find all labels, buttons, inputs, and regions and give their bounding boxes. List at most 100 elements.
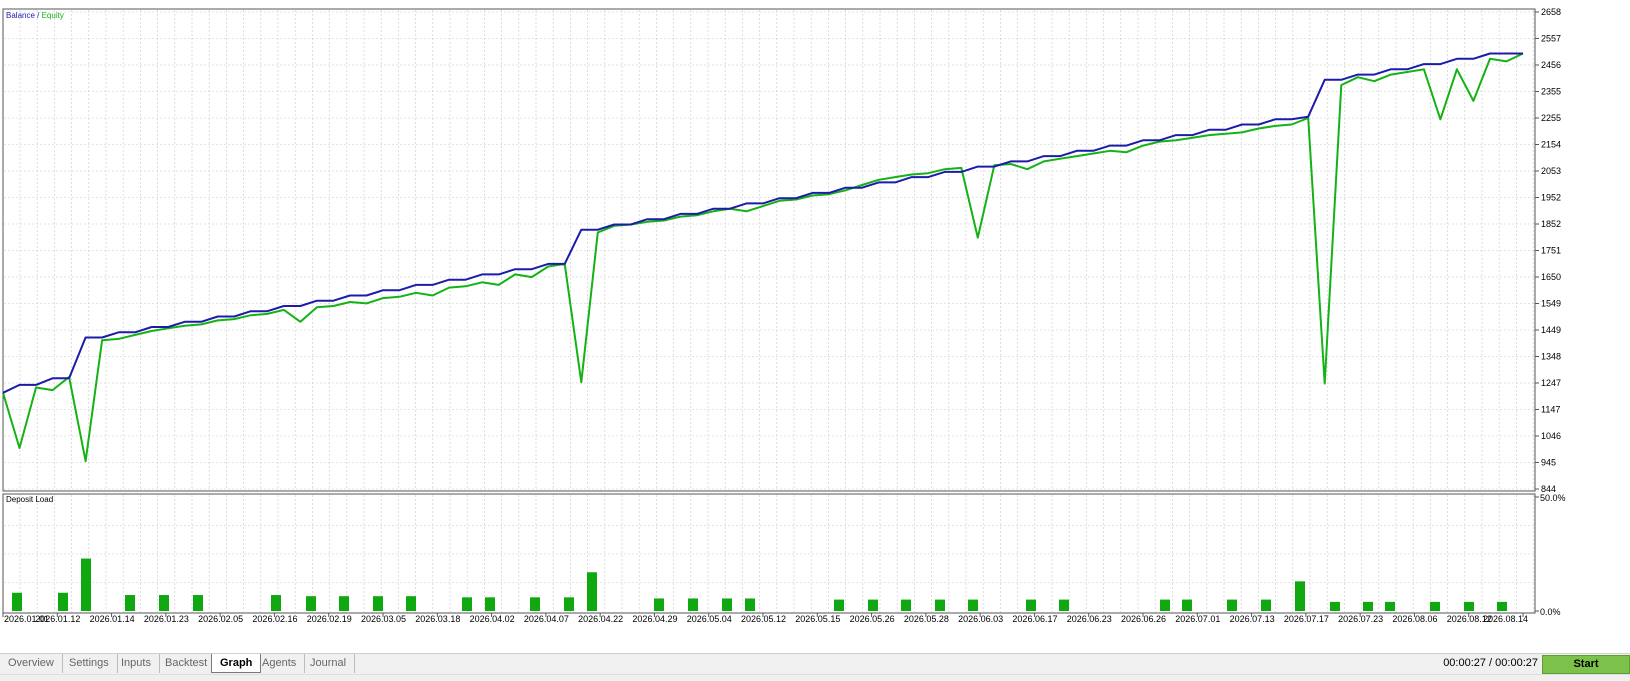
deposit-load-bar — [834, 599, 844, 611]
deposit-load-bar — [1227, 599, 1237, 611]
deposit-load-bar — [1430, 601, 1440, 611]
x-tick-label: 2026.06.26 — [1121, 614, 1166, 624]
deposit-plot-frame — [2, 493, 1536, 614]
y-tick-label: 2154 — [1541, 140, 1561, 150]
y-tick-label: 1046 — [1541, 431, 1561, 441]
x-tick-label: 2026.06.23 — [1067, 614, 1112, 624]
x-tick-label: 2026.04.02 — [470, 614, 515, 624]
deposit-load-bar — [1160, 599, 1170, 611]
x-tick-label: 2026.02.19 — [307, 614, 352, 624]
x-tick-label: 2026.08.14 — [1483, 614, 1528, 624]
y-tick-label: 1348 — [1541, 352, 1561, 362]
tab-backtest[interactable]: Backtest — [157, 654, 217, 673]
deposit-load-bar — [868, 599, 878, 611]
balance-equity-chart: 2658 2557 2456 2355 2255 2154 2053 1952 1852 1751… — [2, 7, 1566, 624]
deposit-load-bar — [1330, 601, 1340, 611]
balance-y-axis: 2658 2557 2456 2355 2255 2154 2053 1952 1852 1751… — [1535, 7, 1561, 494]
x-tick-label: 2026.07.23 — [1338, 614, 1383, 624]
deposit-load-bar — [1026, 599, 1036, 611]
deposit-load-bar — [654, 598, 664, 611]
x-tick-label: 2026.01.23 — [144, 614, 189, 624]
deposit-load-bar — [901, 599, 911, 611]
legend: Balance / Equity — [6, 11, 64, 20]
deposit-load-bar — [722, 598, 732, 611]
deposit-load-bar — [1295, 581, 1305, 611]
x-tick-label: 2026.01.12 — [35, 614, 80, 624]
x-tick-label: 2026.03.18 — [415, 614, 460, 624]
y-tick-label: 1852 — [1541, 219, 1561, 229]
y-tick-label: 0.0% — [1540, 607, 1561, 617]
y-tick-label: 2255 — [1541, 113, 1561, 123]
x-tick-label: 2026.05.15 — [795, 614, 840, 624]
tab-settings[interactable]: Settings — [61, 654, 118, 673]
x-tick-label: 2026.02.16 — [252, 614, 297, 624]
x-tick-label: 2026.05.04 — [687, 614, 732, 624]
tab-journal[interactable]: Journal — [302, 654, 356, 673]
deposit-load-bar — [306, 596, 316, 611]
tab-inputs[interactable]: Inputs — [113, 654, 160, 673]
deposit-load-bar — [406, 596, 416, 611]
x-tick-label: 2026.04.07 — [524, 614, 569, 624]
x-tick-label: 2026.07.17 — [1284, 614, 1329, 624]
deposit-load-bar — [530, 597, 540, 611]
deposit-load-bar — [125, 595, 135, 611]
y-tick-label: 2456 — [1541, 60, 1561, 70]
y-tick-label: 1650 — [1541, 272, 1561, 282]
legend-separator: / — [35, 11, 42, 20]
legend-equity: Equity — [42, 11, 64, 20]
tab-agents[interactable]: Agents — [254, 654, 306, 673]
x-tick-label: 2026.04.29 — [632, 614, 677, 624]
x-tick-label: 2026.06.17 — [1012, 614, 1057, 624]
x-tick-label: 2026.05.28 — [904, 614, 949, 624]
tester-graph-panel: 2658 2557 2456 2355 2255 2154 2053 1952 1852 1751… — [0, 0, 1630, 681]
x-tick-label: 2026.05.26 — [850, 614, 895, 624]
x-tick-label: 2026.08.06 — [1392, 614, 1437, 624]
x-tick-label: 2026.07.01 — [1175, 614, 1220, 624]
y-tick-label: 2557 — [1541, 34, 1561, 44]
deposit-load-bar — [1363, 601, 1373, 611]
x-tick-label: 2026.06.03 — [958, 614, 1003, 624]
deposit-load-bar — [564, 597, 574, 611]
deposit-load-bar — [339, 596, 349, 611]
deposit-load-bar — [373, 596, 383, 611]
deposit-load-bar — [1059, 599, 1069, 611]
start-button[interactable]: Start — [1542, 655, 1630, 674]
deposit-load-bar — [462, 597, 472, 611]
deposit-load-bar — [159, 595, 169, 611]
deposit-load-bar — [688, 598, 698, 611]
deposit-load-bar — [12, 592, 22, 611]
x-tick-label: 2026.04.22 — [578, 614, 623, 624]
deposit-load-bar — [587, 572, 597, 611]
y-tick-label: 1147 — [1541, 405, 1560, 415]
deposit-load-bar — [271, 595, 281, 611]
y-tick-label: 945 — [1541, 458, 1556, 468]
y-tick-label: 1751 — [1541, 246, 1561, 256]
deposit-load-bar — [58, 592, 68, 611]
deposit-load-bar — [81, 558, 91, 611]
y-tick-label: 1247 — [1541, 378, 1561, 388]
y-tick-label: 2053 — [1541, 166, 1561, 176]
y-tick-label: 1449 — [1541, 325, 1561, 335]
deposit-load-bar — [1182, 599, 1192, 611]
balance-plot-frame — [2, 8, 1536, 492]
y-tick-label: 2355 — [1541, 87, 1561, 97]
deposit-load-bar — [1497, 601, 1507, 611]
x-tick-label: 2026.02.05 — [198, 614, 243, 624]
elapsed-timer: 00:00:27 / 00:00:27 — [1443, 657, 1538, 669]
date-x-axis: 2026.01.012026.01.12 2026.01.14 2026.01.23… — [2, 613, 1528, 624]
deposit-y-axis: 50.0% 0.0% — [1535, 493, 1566, 617]
x-tick-label: 2026.05.12 — [741, 614, 786, 624]
deposit-load-bar — [485, 597, 495, 611]
y-tick-label: 1952 — [1541, 193, 1561, 203]
deposit-load-bar — [1464, 601, 1474, 611]
deposit-load-title: Deposit Load — [6, 495, 53, 504]
deposit-load-bar — [745, 598, 755, 611]
deposit-load-bar — [193, 595, 203, 611]
legend-balance: Balance — [6, 11, 35, 20]
deposit-load-bar — [1385, 601, 1395, 611]
x-tick-label: 2026.07.13 — [1230, 614, 1275, 624]
x-tick-label: 2026.01.14 — [90, 614, 135, 624]
tab-overview[interactable]: Overview — [0, 654, 63, 673]
tester-tab-bar: Overview Settings Inputs Backtest Graph … — [0, 653, 1630, 674]
y-tick-label: 50.0% — [1540, 493, 1566, 503]
